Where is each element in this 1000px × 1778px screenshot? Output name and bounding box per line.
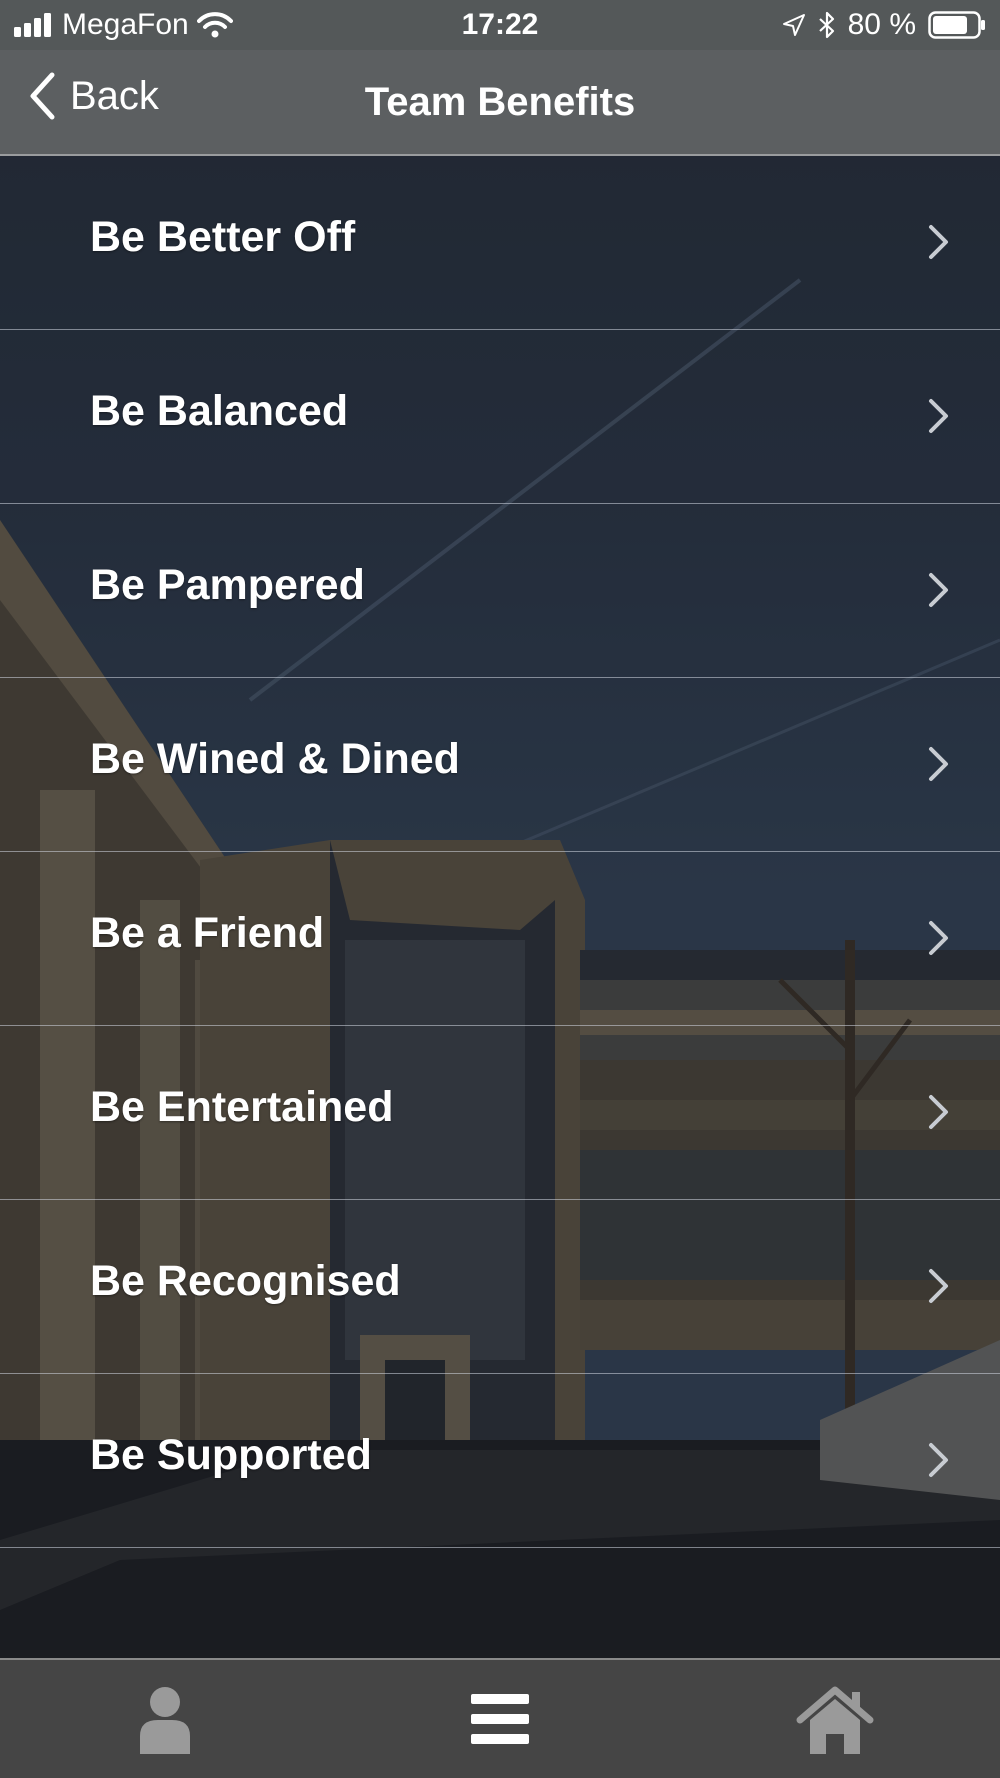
battery-icon — [928, 11, 985, 39]
chevron-right-icon — [929, 921, 948, 955]
tab-menu[interactable] — [455, 1680, 545, 1760]
battery-percent: 80 % — [847, 8, 916, 41]
list-item-be-better-off[interactable]: Be Better Off — [0, 156, 1000, 330]
list-item-label: Be Supported — [90, 1431, 372, 1479]
nav-bar: Back Team Benefits — [0, 50, 1000, 156]
chevron-right-icon — [929, 747, 948, 781]
list-item-label: Be Balanced — [90, 387, 349, 435]
list-item-be-wined-dined[interactable]: Be Wined & Dined — [0, 678, 1000, 852]
page-title: Team Benefits — [364, 80, 636, 124]
chevron-right-icon — [929, 1095, 948, 1129]
chevron-right-icon — [929, 225, 948, 259]
list-item-be-a-friend[interactable]: Be a Friend — [0, 852, 1000, 1026]
list-item-be-supported[interactable]: Be Supported — [0, 1374, 1000, 1548]
status-bar: MegaFon 17:22 80 % — [0, 0, 1000, 50]
menu-icon — [471, 1694, 529, 1744]
chevron-right-icon — [929, 1269, 948, 1303]
tab-home[interactable] — [790, 1680, 880, 1760]
list-item-be-balanced[interactable]: Be Balanced — [0, 330, 1000, 504]
list-item-be-entertained[interactable]: Be Entertained — [0, 1026, 1000, 1200]
bluetooth-icon — [818, 11, 834, 39]
benefits-list: Be Better Off Be Balanced Be Pampered Be… — [0, 156, 1000, 1548]
list-item-label: Be Recognised — [90, 1257, 401, 1305]
list-item-be-recognised[interactable]: Be Recognised — [0, 1200, 1000, 1374]
list-item-label: Be Entertained — [90, 1083, 394, 1131]
list-item-be-pampered[interactable]: Be Pampered — [0, 504, 1000, 678]
tab-profile[interactable] — [120, 1680, 210, 1760]
list-item-label: Be Pampered — [90, 561, 365, 609]
chevron-right-icon — [929, 1443, 948, 1477]
person-icon — [140, 1687, 190, 1754]
tab-bar — [0, 1658, 1000, 1778]
chevron-right-icon — [929, 399, 948, 433]
chevron-right-icon — [929, 573, 948, 607]
home-icon — [796, 1686, 874, 1754]
location-arrow-icon — [782, 14, 805, 36]
list-item-label: Be a Friend — [90, 909, 325, 957]
list-item-label: Be Wined & Dined — [90, 735, 460, 783]
app-screen: MegaFon 17:22 80 % Back Team Benefits Be… — [0, 0, 1000, 1778]
list-item-label: Be Better Off — [90, 213, 356, 261]
